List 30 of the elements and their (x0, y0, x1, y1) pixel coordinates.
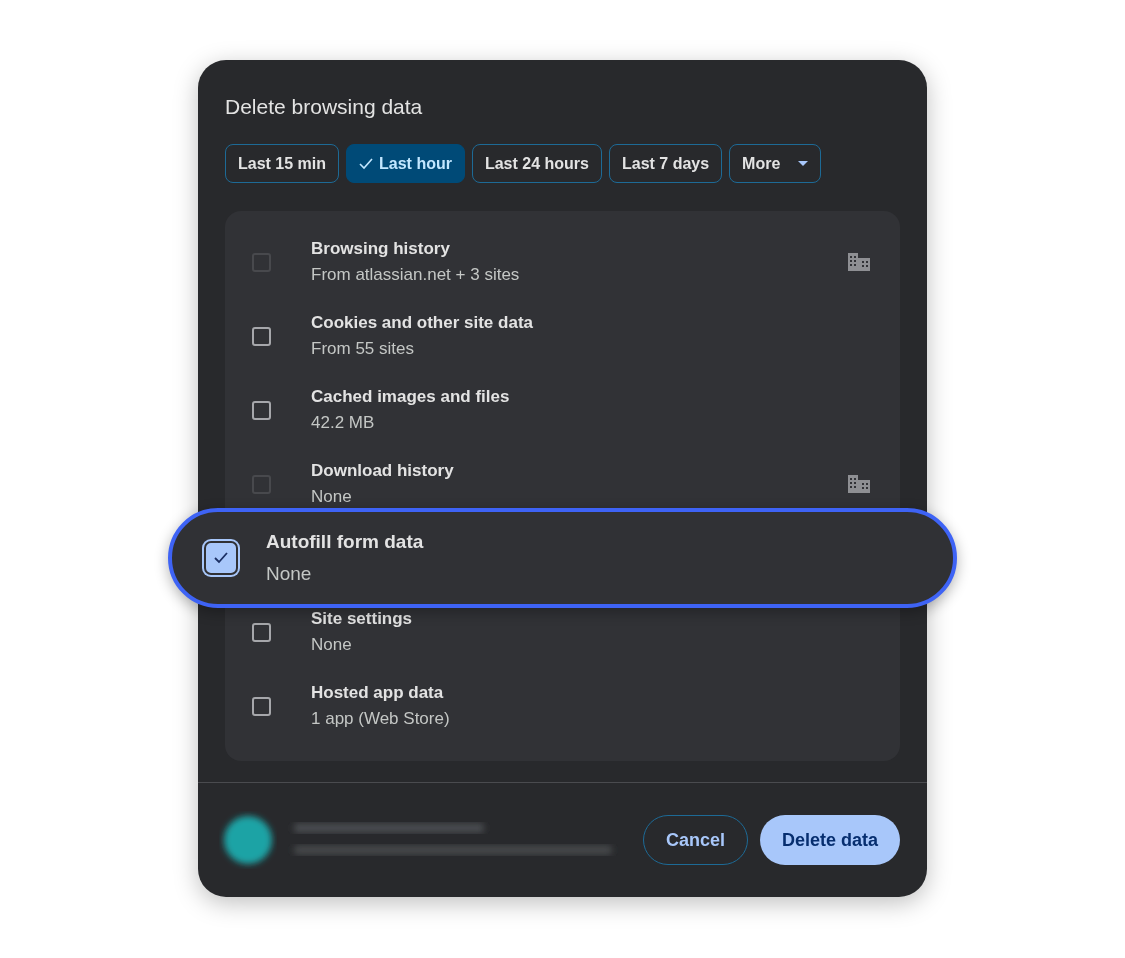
option-title: Autofill form data (266, 531, 425, 553)
delete-button[interactable]: Delete data (759, 815, 900, 865)
option-title: Hosted app data (311, 683, 445, 703)
building-icon (848, 475, 870, 493)
time-range-chip[interactable]: Last 7 days (608, 144, 723, 183)
time-range-chip[interactable]: Last hour (346, 144, 465, 183)
building-icon (848, 253, 870, 271)
option-detail: From 55 sites (311, 339, 415, 359)
option-detail: From atlassian.net + 3 sites (311, 265, 521, 285)
time-range-chip[interactable]: Last 15 min (225, 144, 340, 183)
more-dropdown[interactable]: More (729, 144, 822, 183)
check-icon (214, 552, 228, 564)
option-title: Cookies and other site data (311, 313, 534, 333)
option-detail: None (311, 635, 353, 655)
caret-icon (798, 161, 809, 166)
option-detail: 1 app (Web Store) (311, 709, 451, 729)
dialog-title: Delete browsing data (225, 94, 424, 120)
option-detail: None (266, 563, 313, 585)
checkbox[interactable] (252, 696, 271, 716)
option-detail: 42.2 MB (311, 413, 376, 433)
checkbox[interactable] (252, 622, 271, 642)
check-icon (359, 157, 374, 170)
option-title: Browsing history (311, 239, 451, 259)
option-title: Site settings (311, 609, 414, 629)
option-detail: None (311, 487, 353, 507)
time-range-chip[interactable]: Last 24 hours (471, 144, 602, 183)
option-title: Cached images and files (311, 387, 511, 407)
checkbox[interactable] (252, 326, 271, 346)
option-title: Download history (311, 461, 455, 481)
checkbox[interactable] (252, 400, 271, 420)
